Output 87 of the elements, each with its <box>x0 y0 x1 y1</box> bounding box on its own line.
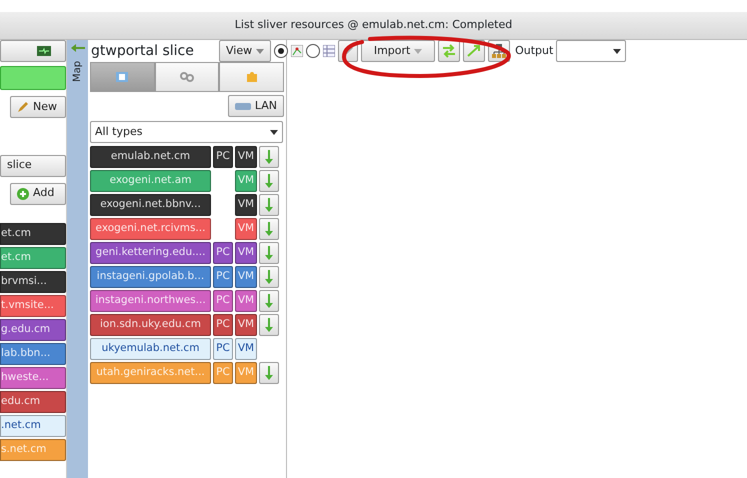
manager-chip[interactable]: instageni.northwes... <box>90 290 211 312</box>
monitor-icon <box>37 46 51 56</box>
node-icon <box>115 70 130 84</box>
download-button[interactable] <box>259 314 279 336</box>
manager-item[interactable]: t.vmsite... <box>0 295 66 317</box>
share-arrows-icon <box>467 44 482 58</box>
swap-arrows-button[interactable] <box>438 40 460 62</box>
pc-chip[interactable]: PC <box>213 242 233 264</box>
download-button[interactable] <box>259 290 279 312</box>
radio-button[interactable] <box>306 44 320 58</box>
new-button[interactable]: New <box>10 96 66 118</box>
puzzle-icon <box>244 70 259 84</box>
download-button[interactable] <box>259 218 279 240</box>
down-arrow-icon <box>265 294 273 308</box>
download-button[interactable] <box>259 170 279 192</box>
pencil-icon <box>17 101 29 113</box>
vm-chip[interactable]: VM <box>235 266 257 288</box>
vm-chip[interactable]: VM <box>235 170 257 192</box>
plus-icon <box>17 188 29 200</box>
switch-icon <box>234 101 251 111</box>
manager-item[interactable]: .net.cm <box>0 415 66 437</box>
vm-chip[interactable]: VM <box>235 314 257 336</box>
download-button[interactable] <box>259 194 279 216</box>
manager-item[interactable]: et.cm <box>0 247 66 269</box>
manager-item[interactable]: lab.bbn... <box>0 343 66 365</box>
down-arrow-icon <box>265 270 273 284</box>
caret-icon <box>270 130 278 134</box>
pc-chip[interactable]: PC <box>213 338 233 360</box>
resource-tab[interactable] <box>90 62 155 92</box>
download-button[interactable] <box>259 242 279 264</box>
radio-button[interactable] <box>274 44 288 58</box>
pc-chip[interactable]: PC <box>213 146 233 168</box>
manager-chip[interactable]: instageni.gpolab.b... <box>90 266 211 288</box>
lan-button[interactable]: LAN <box>228 95 284 117</box>
type-select[interactable]: All types <box>90 121 283 143</box>
manager-chip[interactable]: emulab.net.cm <box>90 146 211 168</box>
manager-item[interactable]: brvmsi... <box>0 271 66 293</box>
manager-chip[interactable]: ukyemulab.net.cm <box>90 338 211 360</box>
chain-icon <box>180 70 194 84</box>
output-select[interactable] <box>556 40 626 62</box>
swap-arrows-icon <box>442 44 456 58</box>
vm-chip[interactable]: VM <box>235 242 257 264</box>
pc-chip[interactable]: PC <box>213 266 233 288</box>
manager-button[interactable] <box>0 40 66 62</box>
down-arrow-icon <box>265 174 273 188</box>
manager-item[interactable]: et.cm <box>0 223 66 245</box>
manager-chip[interactable]: exogeni.net.bbnv... <box>90 194 211 216</box>
map-tab[interactable]: Map <box>70 60 85 82</box>
manager-chip[interactable]: geni.kettering.edu.... <box>90 242 211 264</box>
vm-chip[interactable]: VM <box>235 218 257 240</box>
download-button[interactable] <box>259 146 279 168</box>
arrow-icon <box>70 44 84 52</box>
vm-chip[interactable]: VM <box>235 194 257 216</box>
caret-icon <box>613 48 622 54</box>
download-button[interactable] <box>259 362 279 384</box>
caret-icon <box>414 48 422 54</box>
view-dropdown[interactable]: View <box>219 40 272 62</box>
caret-icon <box>256 48 264 54</box>
down-arrow-icon <box>265 198 273 212</box>
manager-chip[interactable]: ion.sdn.uky.edu.cm <box>90 314 211 336</box>
download-button[interactable] <box>259 266 279 288</box>
slice-button[interactable]: slice <box>0 154 66 176</box>
slice-name: gtwportal slice <box>90 42 195 60</box>
down-arrow-icon <box>265 222 273 236</box>
vm-chip[interactable]: VM <box>235 338 257 360</box>
manager-chip[interactable]: exogeni.net.am <box>90 170 211 192</box>
manager-item[interactable]: edu.cm <box>0 391 66 413</box>
status-text: List sliver resources @ emulab.net.cm: Completed <box>234 17 512 34</box>
down-arrow-icon <box>265 246 273 260</box>
down-arrow-icon <box>265 366 273 380</box>
manager-chip[interactable]: exogeni.net.rcivms... <box>90 218 211 240</box>
manager-item[interactable]: hweste... <box>0 367 66 389</box>
graph-icon <box>291 45 304 57</box>
down-arrow-icon <box>265 318 273 332</box>
table-icon <box>323 45 336 57</box>
manager-item[interactable]: g.edu.cm <box>0 319 66 341</box>
vm-chip[interactable]: VM <box>235 290 257 312</box>
output-label: Output <box>515 42 554 59</box>
import-dropdown[interactable]: Import <box>361 40 436 62</box>
search-field[interactable] <box>0 66 66 90</box>
pc-chip[interactable]: PC <box>213 290 233 312</box>
resource-tab[interactable] <box>154 62 220 92</box>
add-button[interactable]: Add <box>10 182 66 204</box>
down-arrow-icon <box>265 150 273 164</box>
network-icon <box>492 44 506 58</box>
pc-chip[interactable]: PC <box>213 314 233 336</box>
vm-chip[interactable]: VM <box>235 146 257 168</box>
